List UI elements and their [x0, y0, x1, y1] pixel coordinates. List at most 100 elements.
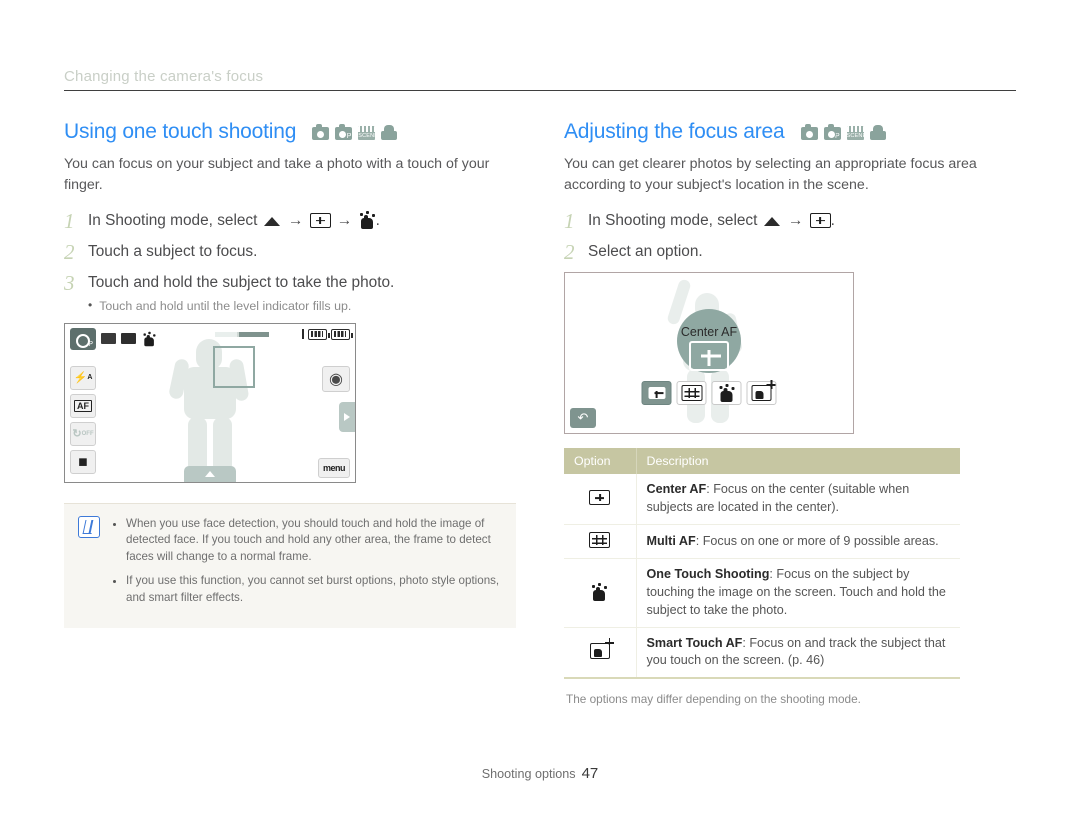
- triangle-up-icon: [263, 217, 280, 227]
- display-button[interactable]: ◼: [70, 449, 96, 474]
- table-row: Multi AF: Focus on one or more of 9 poss…: [564, 524, 960, 559]
- left-heading-text: Using one touch shooting: [64, 120, 297, 143]
- table-header-description: Description: [636, 448, 960, 475]
- left-steps: 1 In Shooting mode, select → → . 2 Touch…: [64, 210, 514, 313]
- side-tab-handle[interactable]: [339, 401, 355, 432]
- lcd-left-buttons: ⚡ A AF ↻ OFF ◼: [70, 365, 96, 474]
- footer-page-number: 47: [581, 765, 599, 782]
- bullet-icon: •: [88, 297, 93, 312]
- camera-program-icon: P: [823, 123, 841, 140]
- note-list: When you use face detection, you should …: [112, 516, 502, 614]
- page-footer: Shooting options 47: [0, 765, 1080, 782]
- running-head: Changing the camera's focus: [64, 68, 1016, 91]
- boxed-plus-icon: [809, 213, 831, 229]
- smart-touch-af-icon: [589, 637, 614, 659]
- flash-button[interactable]: ⚡ A: [70, 365, 96, 390]
- option-term: One Touch Shooting: [646, 566, 770, 581]
- right-mode-icon-group: P SCENE: [800, 123, 886, 140]
- right-step-2: 2 Select an option.: [564, 241, 1016, 263]
- option-smart-touch-af-button[interactable]: [746, 380, 777, 406]
- one-touch-hand-icon: [718, 384, 735, 403]
- step-sub-text: Touch and hold until the level indicator…: [99, 298, 352, 313]
- note-item: If you use this function, you cannot set…: [126, 573, 502, 607]
- lcd-right-buttons: ◉: [322, 365, 350, 392]
- arrow-glyph: →: [336, 212, 353, 230]
- scene-icon: SCENE: [846, 125, 864, 140]
- table-cell-icon: [564, 627, 637, 680]
- right-step-1: 1 In Shooting mode, select → .: [564, 210, 1016, 232]
- right-section-heading: Adjusting the focus area P SCENE: [564, 120, 1016, 144]
- one-touch-hand-icon: [591, 582, 608, 601]
- right-intro-text: You can get clearer photos by selecting …: [564, 156, 977, 193]
- table-row: Center AF: Focus on the center (suitable…: [564, 474, 960, 526]
- arrow-glyph: →: [287, 212, 304, 230]
- step-text: In Shooting mode, select: [88, 212, 258, 230]
- table-footnote: The options may differ depending on the …: [566, 692, 861, 707]
- left-step-1: 1 In Shooting mode, select → → .: [64, 210, 514, 232]
- table-cell-description: Smart Touch AF: Focus on and track the s…: [636, 627, 960, 680]
- step-body: Touch and hold the subject to take the p…: [88, 272, 394, 313]
- focus-option-row: [641, 380, 777, 406]
- scene-icon: SCENE: [358, 125, 376, 140]
- table-row: One Touch Shooting: Focus on the subject…: [564, 558, 960, 628]
- left-mode-icon-group: P SCENE: [312, 123, 398, 140]
- triangle-up-icon: [763, 217, 780, 227]
- center-af-label: Center AF: [680, 325, 738, 340]
- manual-page: Changing the camera's focus Using one to…: [0, 0, 1080, 815]
- table-cell-icon: [564, 558, 637, 628]
- boxed-plus-icon: [589, 490, 611, 506]
- shots-tick-icon: [302, 329, 304, 340]
- option-term: Center AF: [646, 482, 707, 497]
- left-intro-text: You can focus on your subject and take a…: [64, 156, 490, 193]
- left-step-3: 3 Touch and hold the subject to take the…: [64, 272, 514, 313]
- step-number: 1: [564, 209, 575, 234]
- option-term: Smart Touch AF: [646, 635, 743, 650]
- one-touch-hand-icon: [359, 211, 376, 230]
- lcd-status-right: [302, 328, 353, 340]
- mode-badge-label: P: [88, 340, 93, 348]
- table-cell-icon: [564, 524, 637, 559]
- movie-icon: [869, 124, 886, 140]
- one-touch-hand-icon: [143, 331, 157, 346]
- level-indicator: [215, 331, 269, 337]
- smart-touch-af-icon: [751, 380, 776, 402]
- option-one-touch-button[interactable]: [711, 381, 742, 406]
- multi-af-grid-icon: [681, 385, 702, 402]
- multi-af-grid-icon: [589, 532, 611, 549]
- step-text-after: .: [830, 212, 835, 230]
- step-body: Touch a subject to focus.: [88, 243, 258, 261]
- boxed-plus-icon: [309, 213, 331, 229]
- bottom-tab-handle[interactable]: [184, 465, 236, 482]
- footer-section-name: Shooting options: [481, 767, 576, 781]
- shutter-button[interactable]: ◉: [322, 365, 350, 392]
- menu-button[interactable]: menu: [318, 457, 350, 478]
- step-number: 2: [564, 240, 575, 265]
- step-text-after: .: [375, 212, 380, 230]
- step-number: 1: [64, 209, 75, 234]
- table-header-option: Option: [564, 448, 637, 475]
- step-body: Select an option.: [588, 243, 703, 261]
- step-number: 2: [64, 240, 75, 265]
- step-number: 3: [64, 271, 75, 296]
- right-steps: 1 In Shooting mode, select → . 2 Select …: [564, 210, 1016, 263]
- option-multi-af-button[interactable]: [676, 381, 707, 406]
- battery-icon: [331, 328, 353, 340]
- step-text: Touch and hold the subject to take the p…: [88, 274, 395, 292]
- timer-button[interactable]: ↻ OFF: [70, 421, 96, 446]
- right-heading-text: Adjusting the focus area: [564, 120, 785, 143]
- lcd-status-left: P: [70, 327, 158, 350]
- table-cell-description: Center AF: Focus on the center (suitable…: [636, 474, 960, 526]
- table-cell-description: One Touch Shooting: Focus on the subject…: [636, 558, 960, 628]
- left-section-heading: Using one touch shooting P SCENE: [64, 120, 514, 144]
- arrow-glyph: →: [787, 212, 804, 230]
- back-button[interactable]: ↶: [570, 408, 596, 429]
- focus-af-button[interactable]: AF: [70, 393, 96, 418]
- shooting-mode-badge: P: [70, 327, 96, 350]
- option-center-af-button[interactable]: [641, 381, 672, 406]
- step-body: In Shooting mode, select → .: [588, 210, 835, 230]
- step-sub-note: • Touch and hold until the level indicat…: [88, 298, 394, 314]
- note-pen-icon: [78, 515, 100, 538]
- focus-options-table: Option Description Center AF: Focus on t…: [564, 448, 960, 680]
- center-af-large-icon: [689, 341, 729, 372]
- note-box: When you use face detection, you should …: [64, 502, 516, 628]
